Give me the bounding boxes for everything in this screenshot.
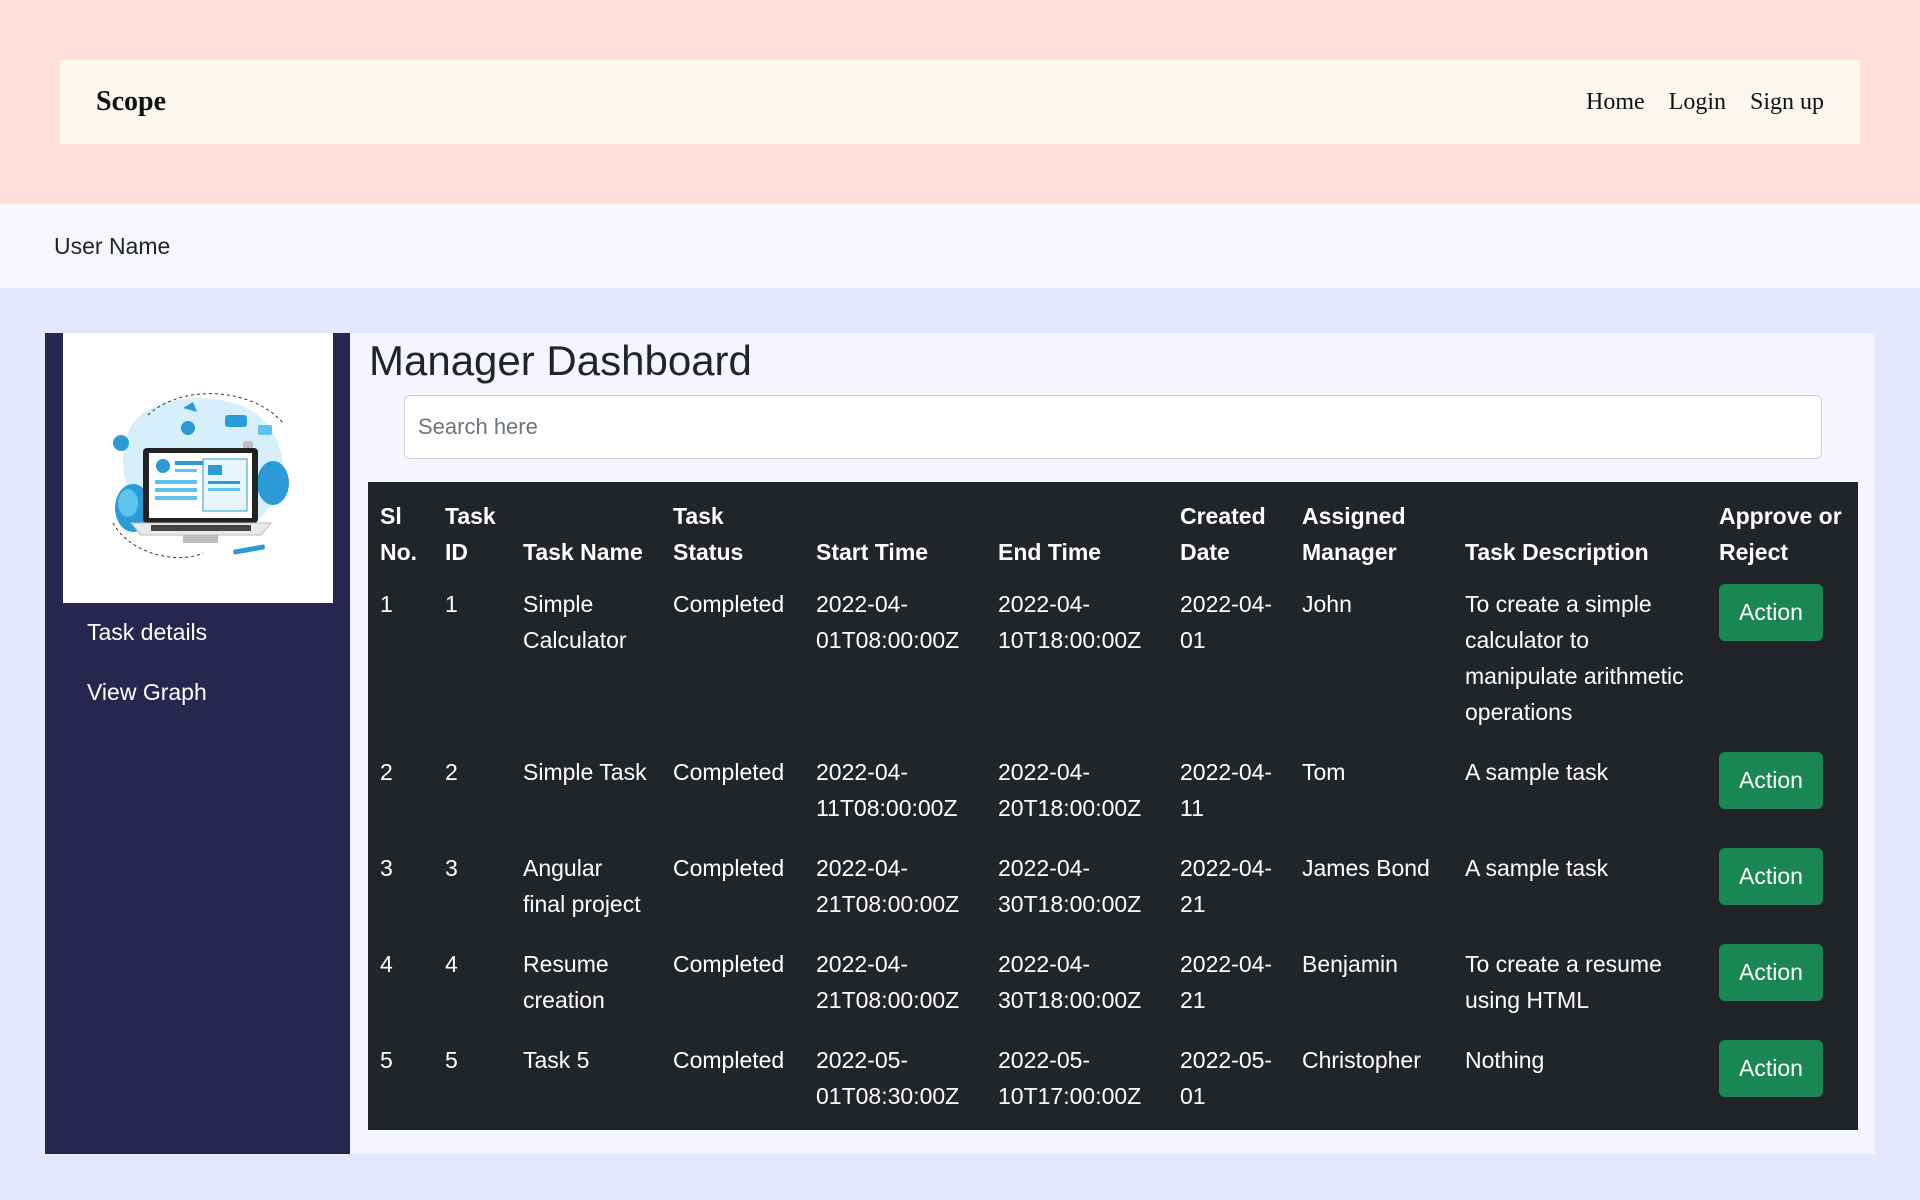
nav-link-login[interactable]: Login: [1669, 89, 1726, 116]
action-button[interactable]: Action: [1719, 944, 1823, 1001]
cell-end-time: 2022-04-30T18:00:00Z: [998, 855, 1142, 917]
cell-sl-no: 4: [380, 951, 393, 977]
action-button[interactable]: Action: [1719, 752, 1823, 809]
cell-start-time: 2022-05-01T08:30:00Z: [816, 1047, 960, 1109]
cell-end-time: 2022-04-20T18:00:00Z: [998, 759, 1142, 821]
cell-task-id: 1: [445, 591, 458, 617]
cell-task-description: Nothing: [1465, 1047, 1545, 1073]
action-button[interactable]: Action: [1719, 848, 1823, 905]
cell-task-description: A sample task: [1465, 759, 1609, 785]
cell-assigned-manager: Tom: [1302, 759, 1346, 785]
cell-task-name: Simple Calculator: [523, 591, 627, 653]
search-input[interactable]: [404, 395, 1822, 459]
column-header-task-description: Task Description: [1465, 539, 1649, 565]
cell-task-status: Completed: [673, 951, 785, 977]
column-header-end-time: End Time: [998, 539, 1102, 565]
cell-task-description: To create a resume using HTML: [1465, 951, 1662, 1013]
sidebar: Task details View Graph: [45, 333, 350, 1154]
nav-link-home[interactable]: Home: [1586, 89, 1645, 116]
action-button[interactable]: Action: [1719, 584, 1823, 641]
cell-task-name: Task 5: [523, 1047, 590, 1073]
cell-end-time: 2022-05-10T17:00:00Z: [998, 1047, 1142, 1109]
user-name: User Name: [54, 232, 171, 259]
table-row: 2 2 Simple Task Completed 2022-04-11T08:…: [368, 746, 1858, 842]
nav-link-signup[interactable]: Sign up: [1750, 89, 1824, 116]
cell-created-date: 2022-04-01: [1180, 591, 1273, 653]
laptop-illustration: [63, 333, 333, 603]
cell-sl-no: 1: [380, 591, 393, 617]
table-row: 1 1 Simple Calculator Completed 2022-04-…: [368, 578, 1858, 746]
cell-task-status: Completed: [673, 855, 785, 881]
cell-sl-no: 2: [380, 759, 393, 785]
cell-task-id: 5: [445, 1047, 458, 1073]
cell-assigned-manager: John: [1302, 591, 1352, 617]
top-band: Scope Home Login Sign up: [0, 0, 1920, 204]
cell-start-time: 2022-04-01T08:00:00Z: [816, 591, 960, 653]
tasks-table: Sl No. Task ID Task Name Task Status Sta…: [368, 482, 1858, 1130]
cell-task-status: Completed: [673, 759, 785, 785]
cell-action: Action: [1707, 746, 1858, 842]
cell-sl-no: 3: [380, 855, 393, 881]
column-header-task-name: Task Name: [523, 539, 643, 565]
column-header-task-id: Task ID: [445, 503, 496, 565]
cell-action: Action: [1707, 578, 1858, 746]
cell-task-id: 3: [445, 855, 458, 881]
cell-created-date: 2022-04-21: [1180, 855, 1273, 917]
column-header-approve-or-reject: Approve or Reject: [1719, 503, 1842, 565]
cell-end-time: 2022-04-10T18:00:00Z: [998, 591, 1142, 653]
cell-created-date: 2022-05-01: [1180, 1047, 1273, 1109]
tasks-table-container: Sl No. Task ID Task Name Task Status Sta…: [368, 482, 1858, 1130]
page-title: Manager Dashboard: [369, 337, 752, 384]
cell-task-status: Completed: [673, 1047, 785, 1073]
action-button[interactable]: Action: [1719, 1040, 1823, 1097]
cell-assigned-manager: James Bond: [1302, 855, 1430, 881]
cell-action: Action: [1707, 1034, 1858, 1130]
column-header-start-time: Start Time: [816, 539, 929, 565]
column-header-assigned-manager: Assigned Manager: [1302, 503, 1406, 565]
cell-task-name: Simple Task: [523, 759, 647, 785]
cell-sl-no: 5: [380, 1047, 393, 1073]
cell-task-id: 2: [445, 759, 458, 785]
sidebar-item-view-graph[interactable]: View Graph: [87, 679, 207, 706]
table-header-row: Sl No. Task ID Task Name Task Status Sta…: [368, 482, 1858, 578]
column-header-task-status: Task Status: [673, 503, 744, 565]
cell-task-name: Resume creation: [523, 951, 609, 1013]
cell-created-date: 2022-04-21: [1180, 951, 1273, 1013]
cell-task-description: To create a simple calculator to manipul…: [1465, 591, 1684, 725]
table-row: 3 3 Angular final project Completed 2022…: [368, 842, 1858, 938]
cell-task-status: Completed: [673, 591, 785, 617]
cell-action: Action: [1707, 938, 1858, 1034]
column-header-created-date: Created Date: [1180, 503, 1266, 565]
cell-start-time: 2022-04-21T08:00:00Z: [816, 855, 960, 917]
cell-created-date: 2022-04-11: [1180, 759, 1273, 821]
sidebar-item-task-details[interactable]: Task details: [87, 619, 207, 646]
table-row: 5 5 Task 5 Completed 2022-05-01T08:30:00…: [368, 1034, 1858, 1130]
nav-links: Home Login Sign up: [1586, 89, 1824, 116]
brand-logo[interactable]: Scope: [96, 86, 166, 118]
table-row: 4 4 Resume creation Completed 2022-04-21…: [368, 938, 1858, 1034]
laptop-illustration-svg: [112, 393, 289, 559]
column-header-sl-no: Sl No.: [380, 503, 418, 565]
cell-end-time: 2022-04-30T18:00:00Z: [998, 951, 1142, 1013]
cell-start-time: 2022-04-21T08:00:00Z: [816, 951, 960, 1013]
cell-start-time: 2022-04-11T08:00:00Z: [816, 759, 958, 821]
cell-task-description: A sample task: [1465, 855, 1609, 881]
main-panel: Manager Dashboard Sl No. Task ID Task Na…: [350, 333, 1875, 1154]
user-bar: User Name: [0, 204, 1920, 288]
cell-assigned-manager: Christopher: [1302, 1047, 1421, 1073]
cell-task-id: 4: [445, 951, 458, 977]
cell-action: Action: [1707, 842, 1858, 938]
cell-task-name: Angular final project: [523, 855, 641, 917]
navbar: Scope Home Login Sign up: [60, 60, 1860, 144]
cell-assigned-manager: Benjamin: [1302, 951, 1398, 977]
